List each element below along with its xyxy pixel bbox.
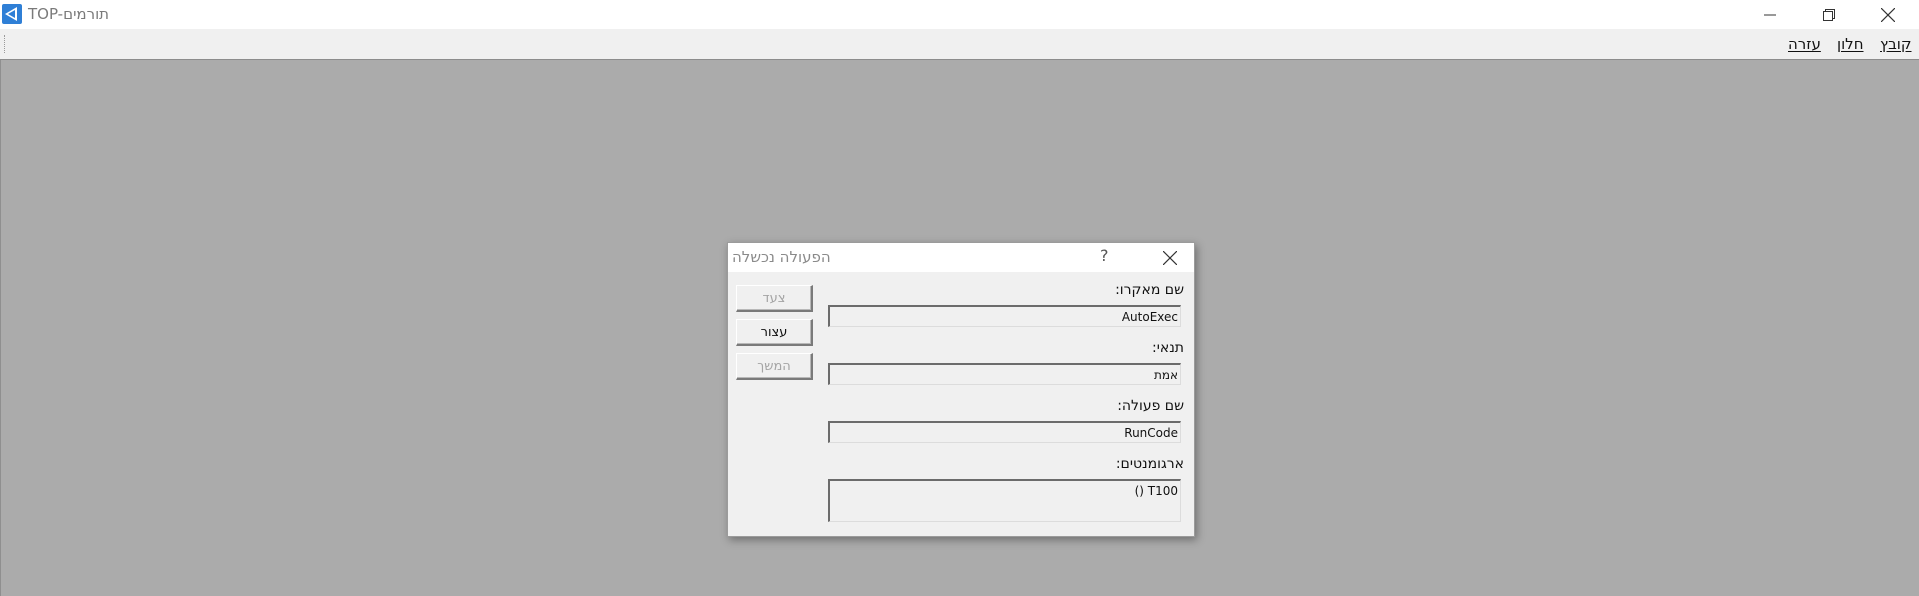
continue-button[interactable]: המשך <box>736 353 813 380</box>
dialog-title-bar[interactable]: הפעולה נכשלה ? <box>728 243 1194 272</box>
condition-label: תנאי: <box>1151 340 1184 356</box>
menu-help[interactable]: עזרה <box>1788 35 1821 53</box>
restore-icon <box>1823 8 1835 21</box>
step-button[interactable]: צעד <box>736 285 813 312</box>
access-application-window: TOP-תורמים קובץ חלון עזרה הפעולה נכשלה ?… <box>0 0 1919 596</box>
arguments-label: ארגומנטים: <box>1115 456 1184 472</box>
close-icon <box>1881 7 1895 22</box>
app-logo-icon <box>2 4 22 24</box>
help-button[interactable]: ? <box>1100 246 1109 265</box>
macro-name-field[interactable]: AutoExec <box>828 305 1181 327</box>
minimize-icon <box>1764 14 1776 15</box>
close-icon <box>1163 251 1177 265</box>
close-window-button[interactable] <box>1859 0 1917 29</box>
restore-button[interactable] <box>1800 0 1858 29</box>
dialog-title: הפעולה נכשלה <box>732 248 831 266</box>
condition-field[interactable]: אמת <box>828 363 1181 385</box>
menu-bar: קובץ חלון עזרה <box>0 29 1919 60</box>
menu-file[interactable]: קובץ <box>1880 35 1912 53</box>
minimize-button[interactable] <box>1741 0 1799 29</box>
menu-window[interactable]: חלון <box>1837 35 1864 53</box>
arguments-field[interactable]: T100 () <box>828 479 1181 522</box>
action-name-label: שם פעולה: <box>1117 398 1184 414</box>
action-failed-dialog: הפעולה נכשלה ? שם מאקרו: AutoExec תנאי: … <box>727 242 1195 537</box>
toolbar-grip[interactable] <box>4 35 7 53</box>
macro-name-label: שם מאקרו: <box>1115 282 1184 298</box>
stop-button[interactable]: עצור <box>736 319 813 346</box>
dialog-close-button[interactable] <box>1148 245 1192 271</box>
window-title-bar[interactable]: TOP-תורמים <box>0 0 1919 29</box>
window-title: TOP-תורמים <box>28 5 110 23</box>
action-name-field[interactable]: RunCode <box>828 421 1181 443</box>
